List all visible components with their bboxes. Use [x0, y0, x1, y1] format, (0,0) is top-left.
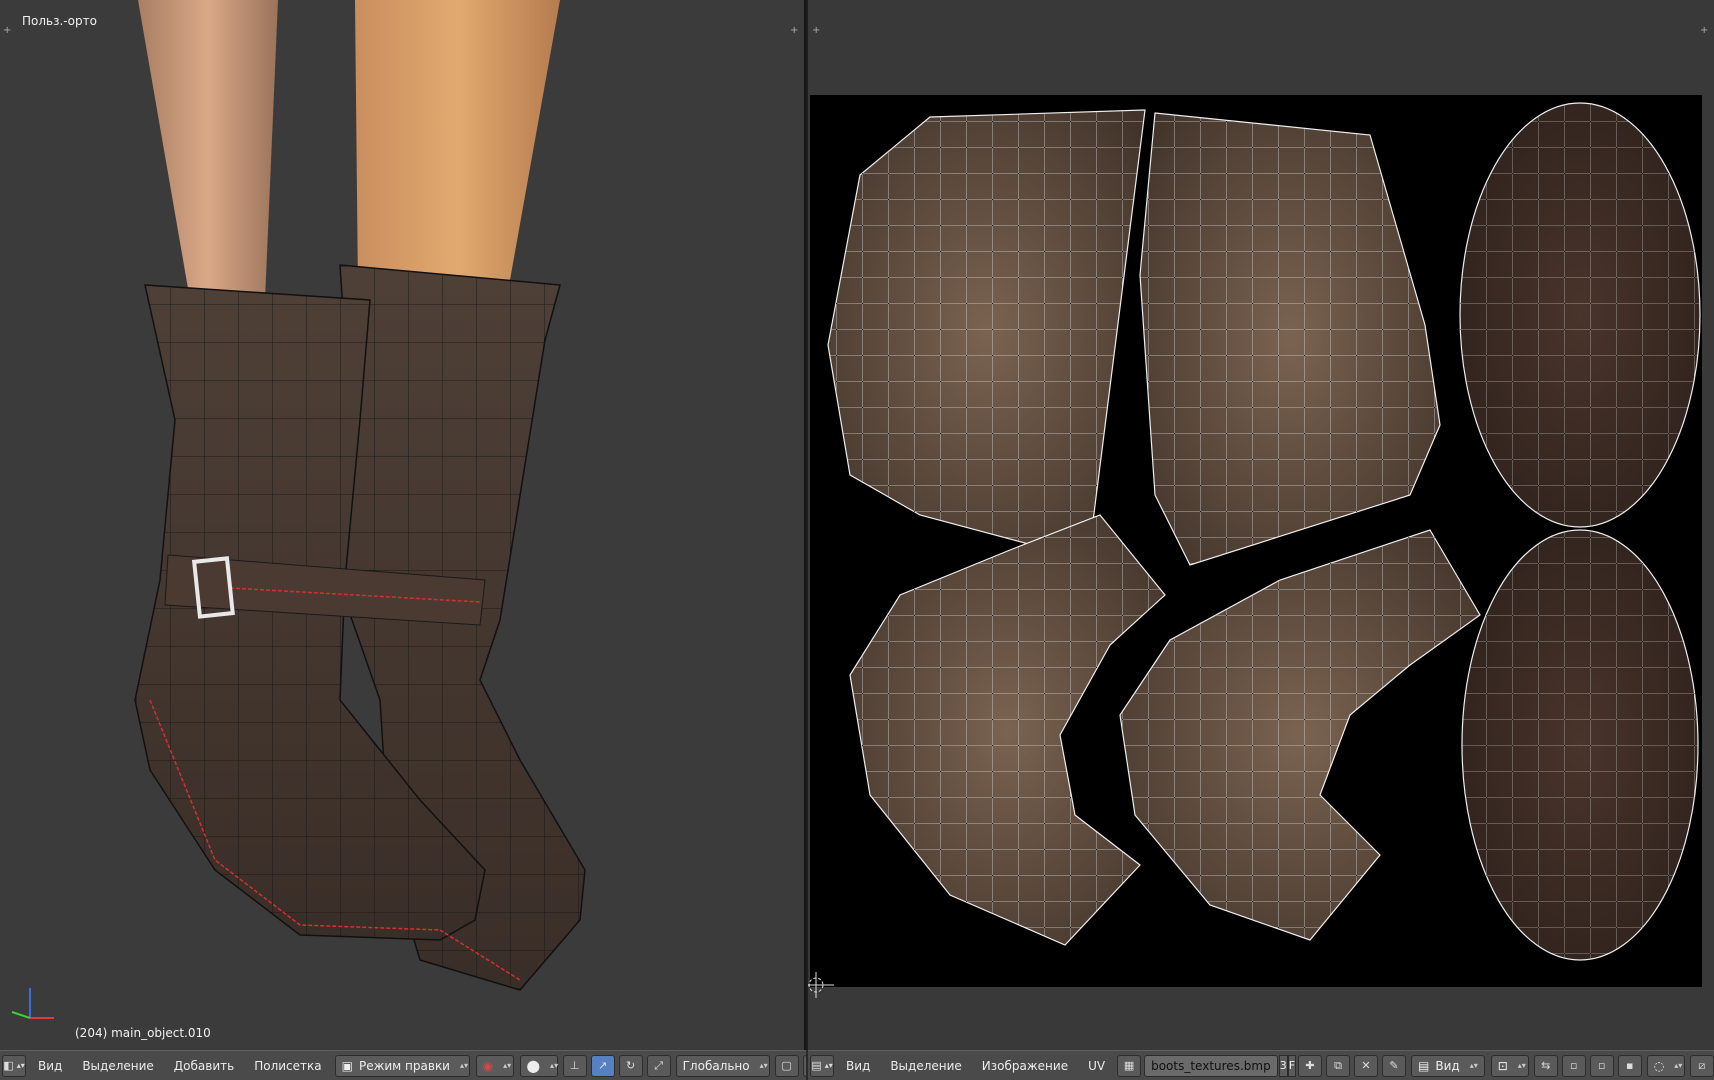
chevron-updown-icon: ▴▾ — [1469, 1061, 1478, 1070]
pivot-select[interactable]: ⊡ ▴▾ — [1490, 1054, 1529, 1077]
close-icon[interactable]: ✕ — [1354, 1054, 1379, 1077]
open-image-icon[interactable]: ⧉ — [1326, 1054, 1351, 1077]
menu-select[interactable]: Выделение — [72, 1059, 163, 1073]
pin-icon[interactable]: ✎ — [1382, 1054, 1407, 1077]
image-editor-icon: ▤ — [811, 1059, 822, 1072]
area-corner-handle[interactable]: + — [812, 26, 820, 36]
transform-orientation-select[interactable]: Глобально ▴▾ — [675, 1054, 770, 1077]
chevron-updown-icon: ▴▾ — [459, 1061, 469, 1070]
uv-island-grid — [850, 515, 1165, 945]
edit-mode-icon: ▣ — [341, 1058, 353, 1073]
axis-gizmo — [11, 988, 54, 1019]
area-corner-handle[interactable]: + — [1700, 26, 1708, 36]
scale-manipulator-icon[interactable]: ⤢ — [646, 1054, 671, 1077]
chevron-updown-icon: ▴▾ — [759, 1061, 768, 1070]
new-image-icon[interactable]: ✚ — [1298, 1054, 1323, 1077]
editor-type-button[interactable]: ◧ ▴▾ — [2, 1054, 26, 1077]
menu-mesh[interactable]: Полисетка — [244, 1059, 331, 1073]
mode-select-label: Режим правки — [358, 1058, 450, 1073]
sync-selection-icon[interactable]: ⇆ — [1533, 1054, 1558, 1077]
menu-view[interactable]: Вид — [836, 1059, 880, 1073]
translate-manipulator-icon[interactable]: ↗ — [590, 1054, 615, 1077]
image-name-field[interactable]: boots_textures.bmp — [1144, 1054, 1278, 1077]
viewport-shading-select[interactable]: ◉ ▴▾ — [475, 1054, 514, 1077]
image-icon: ▤ — [1418, 1058, 1430, 1073]
vertex-select-icon[interactable]: ▫ — [1561, 1054, 1586, 1077]
menu-image[interactable]: Изображение — [972, 1059, 1078, 1073]
uv-island-grid — [1120, 530, 1480, 940]
uv-texture-canvas[interactable] — [810, 95, 1702, 987]
editor-type-button[interactable]: ▤ ▴▾ — [810, 1054, 834, 1077]
menu-select[interactable]: Выделение — [880, 1059, 971, 1073]
menu-view[interactable]: Вид — [28, 1059, 72, 1073]
image-icon[interactable]: ▦ — [1117, 1054, 1142, 1077]
rotate-manipulator-icon[interactable]: ↻ — [618, 1054, 643, 1077]
uv-editor-header: ▤ ▴▾ Вид Выделение Изображение UV ▦ boots… — [808, 1050, 1714, 1080]
pivot-icon: ⊡ — [1497, 1058, 1508, 1073]
leg-right — [355, 0, 560, 290]
cursor-3d-icon[interactable] — [808, 970, 836, 1000]
transform-orientation-label: Глобально — [682, 1058, 750, 1073]
3d-viewport[interactable]: + + Польз.-орто (204) main_object.010 — [0, 0, 806, 1050]
snap-icon[interactable]: ⧄ — [1689, 1054, 1714, 1077]
uv-island-grid — [1462, 530, 1698, 960]
boots-model[interactable] — [0, 0, 806, 1050]
view-mode-select[interactable]: ▤ Вид ▴▾ — [1411, 1054, 1485, 1077]
menu-add[interactable]: Добавить — [164, 1059, 244, 1073]
pivot-icon: ⬤ — [526, 1058, 541, 1073]
manipulator-toggle-icon[interactable]: ⊥ — [562, 1054, 587, 1077]
menu-uv[interactable]: UV — [1078, 1059, 1115, 1073]
image-users-count: 3 — [1278, 1054, 1288, 1077]
mode-select[interactable]: ▣ Режим правки ▴▾ — [334, 1054, 470, 1077]
shading-icon: ◉ — [482, 1058, 494, 1073]
object-info-label: (204) main_object.010 — [75, 1026, 211, 1040]
proportional-edit-icon: ◌ — [1653, 1058, 1665, 1073]
uv-image-editor[interactable]: + + — [808, 0, 1714, 1050]
cube-icon: ◧ — [3, 1059, 14, 1072]
uv-island-grid — [1460, 103, 1700, 527]
view-mode-label: Вид — [1435, 1058, 1460, 1073]
layer-icon[interactable]: ▢ — [774, 1054, 799, 1077]
fake-user-button[interactable]: F — [1287, 1054, 1297, 1077]
uv-islands[interactable] — [810, 95, 1702, 987]
3d-viewport-header: ◧ ▴▾ Вид Выделение Добавить Полисетка ▣ Р… — [0, 1050, 806, 1080]
proportional-edit-select[interactable]: ◌ ▴▾ — [1646, 1054, 1685, 1077]
face-select-icon[interactable]: ▪ — [1617, 1054, 1642, 1077]
uv-island-grid — [1140, 113, 1440, 565]
leg-left — [138, 0, 278, 300]
pivot-select[interactable]: ⬤ ▴▾ — [519, 1054, 558, 1077]
edge-select-icon[interactable]: ▫ — [1589, 1054, 1614, 1077]
layer-icon[interactable]: ▢ — [802, 1054, 806, 1077]
